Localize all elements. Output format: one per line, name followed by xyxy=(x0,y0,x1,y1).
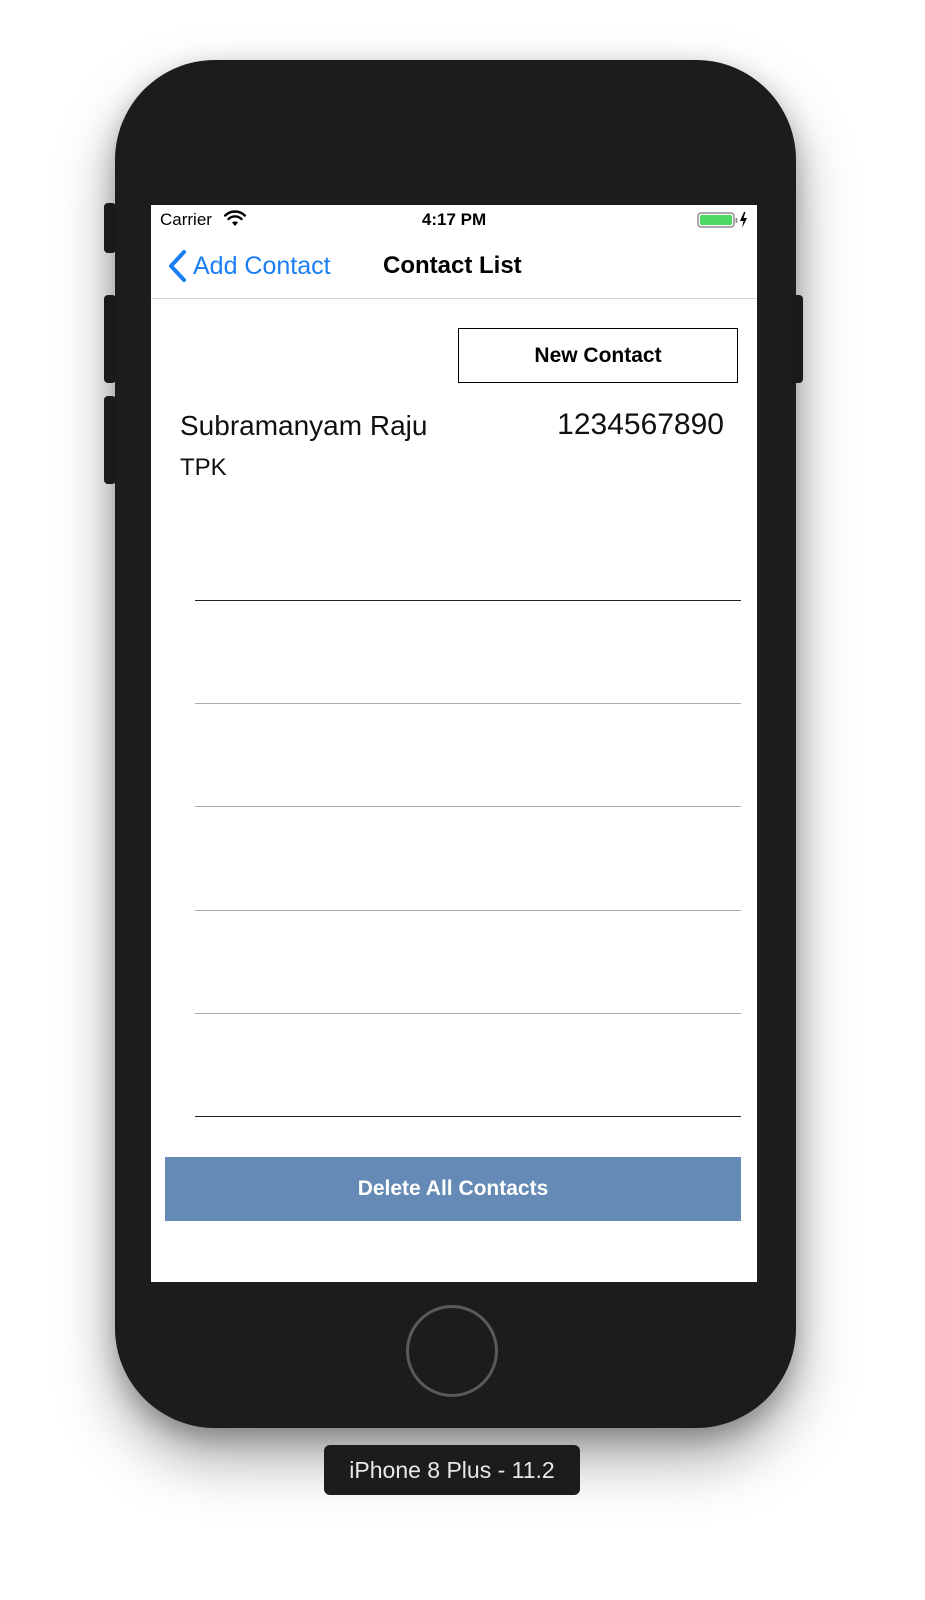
page-title: Contact List xyxy=(383,252,522,279)
contact-location: TPK xyxy=(180,454,227,481)
battery-charging-icon xyxy=(697,212,747,228)
screen: Carrier 4:17 PM Add Contact Contact List… xyxy=(151,205,757,1282)
power-button xyxy=(791,295,803,383)
row-divider xyxy=(195,806,741,807)
contact-name: Subramanyam Raju xyxy=(180,410,428,441)
mute-switch xyxy=(104,203,116,253)
device-label: iPhone 8 Plus - 11.2 xyxy=(324,1445,580,1495)
navigation-bar: Add Contact Contact List xyxy=(151,235,757,299)
back-button-label: Add Contact xyxy=(193,251,331,280)
delete-all-contacts-button[interactable]: Delete All Contacts xyxy=(165,1157,741,1221)
row-divider xyxy=(195,1116,741,1117)
row-divider xyxy=(195,600,741,601)
contact-phone: 1234567890 xyxy=(557,408,724,441)
row-divider xyxy=(195,910,741,911)
status-time: 4:17 PM xyxy=(421,210,487,229)
status-bar: Carrier 4:17 PM xyxy=(151,205,757,235)
chevron-left-icon xyxy=(169,250,186,282)
row-divider xyxy=(195,1013,741,1014)
new-contact-button[interactable]: New Contact xyxy=(458,328,738,383)
home-button[interactable] xyxy=(406,1305,498,1397)
row-divider xyxy=(195,703,741,704)
volume-down-button xyxy=(104,396,116,484)
contact-list-item[interactable]: Subramanyam Raju 1234567890 TPK xyxy=(151,405,757,485)
volume-up-button xyxy=(104,295,116,383)
back-button[interactable]: Add Contact xyxy=(167,249,331,283)
